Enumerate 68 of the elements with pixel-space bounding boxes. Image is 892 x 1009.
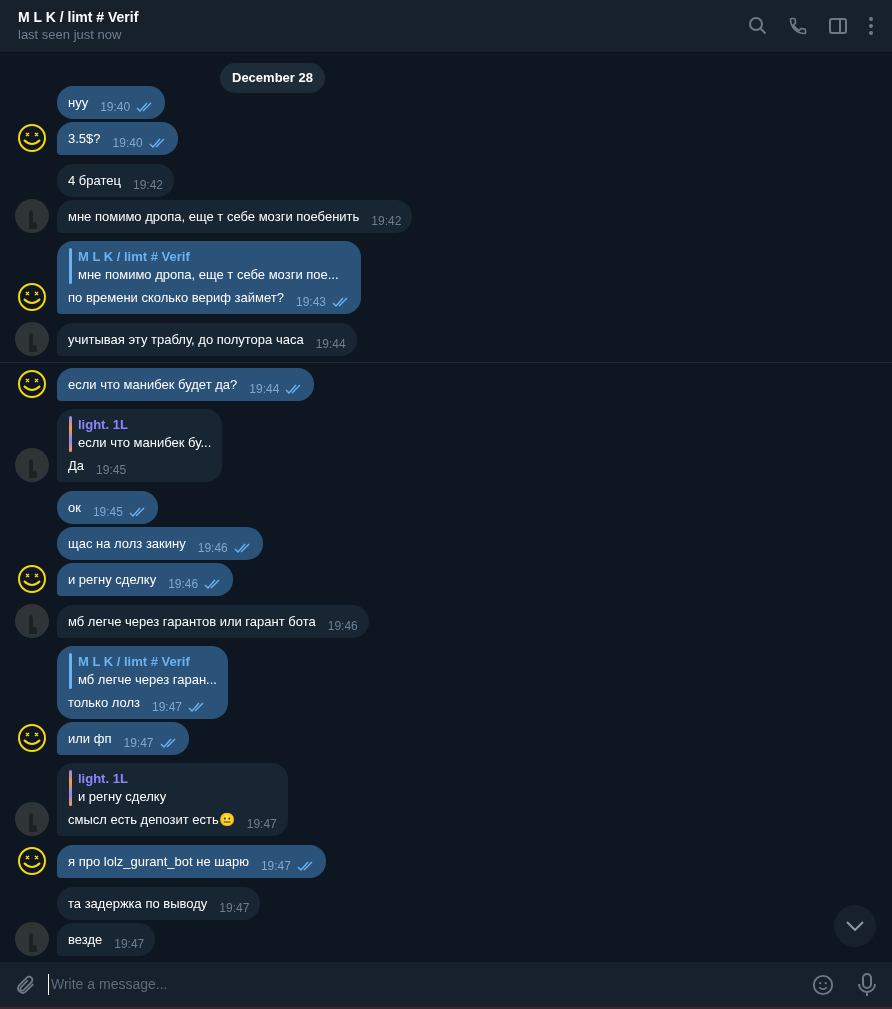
message-time: 19:43: [295, 294, 326, 311]
message-text: или фп: [68, 730, 112, 748]
message-text: везде: [68, 931, 103, 949]
smiley-avatar-icon: [17, 846, 47, 876]
chevron-down-icon: [846, 921, 864, 931]
message-text: щас на лолз закину: [68, 535, 186, 553]
reply-author[interactable]: light. 1L: [78, 770, 167, 788]
reply-quote[interactable]: мне помимо дропа, еще т себе мозги пое...: [78, 266, 339, 284]
microphone-icon[interactable]: [856, 972, 878, 997]
message-text: по времени сколько вериф займет?: [68, 289, 284, 307]
smiley-avatar-icon: [17, 369, 47, 399]
message-time: 19:40: [112, 135, 143, 152]
chat-title: M L K / limt # Verif: [18, 8, 140, 26]
message-time: 19:47: [114, 936, 145, 953]
message-time: 19:46: [197, 540, 228, 557]
message-time: 19:46: [327, 618, 358, 635]
message-time: 19:47: [246, 816, 277, 833]
emoji-icon[interactable]: [812, 973, 834, 996]
sidebar-toggle-icon[interactable]: [828, 16, 848, 36]
message-time: 19:45: [92, 504, 123, 521]
message-text: та задержка по выводу: [68, 895, 208, 913]
reply-quote[interactable]: и регну сделку: [78, 788, 167, 806]
message-time: 19:47: [123, 735, 154, 752]
message-text: и регну сделку: [68, 571, 157, 589]
smiley-avatar-icon: [17, 123, 47, 153]
reply-quote[interactable]: если что манибек бу...: [78, 434, 212, 452]
message-text: только лолз: [68, 694, 140, 712]
message-time: 19:44: [315, 336, 346, 353]
message-text: 3.5$?: [68, 130, 101, 148]
smiley-avatar-icon: [17, 282, 47, 312]
smiley-avatar-icon: [17, 723, 47, 753]
date-pill: December 28: [220, 63, 325, 93]
reply-bar: [69, 416, 72, 452]
message-input[interactable]: Write a message...: [48, 974, 800, 995]
scroll-down-button[interactable]: [834, 905, 876, 947]
message-text: мб легче через гарантов или гарант бота: [68, 613, 316, 631]
smiley-avatar-icon: [17, 564, 47, 594]
message-time: 19:46: [168, 576, 199, 593]
message-time: 19:42: [371, 213, 402, 230]
message-text: ок: [68, 499, 81, 517]
reply-bar: [69, 653, 72, 689]
message-time: 19:42: [132, 177, 163, 194]
message-text: если что манибек будет да?: [68, 376, 238, 394]
message-text: мне помимо дропа, еще т себе мозги поебенить: [68, 208, 360, 226]
message-text: смысл есть депозит есть😐: [68, 811, 235, 829]
last-seen-status: last seen just now: [18, 26, 123, 44]
message-time: 19:40: [100, 99, 131, 116]
message-time: 19:44: [249, 381, 280, 398]
message-text: нуу: [68, 94, 89, 112]
message-text: учитывая эту траблу, до полутора часа: [68, 331, 304, 349]
message-text: я про lolz_gurant_bot не шарю: [68, 853, 249, 871]
message-composer[interactable]: Write a message...: [0, 962, 892, 1009]
message-time: 19:45: [96, 462, 127, 479]
paperclip-icon[interactable]: [14, 973, 36, 996]
reply-author[interactable]: M L K / limt # Verif: [78, 653, 217, 671]
message-time: 19:47: [219, 900, 250, 917]
reply-bar: [69, 770, 72, 806]
phone-icon[interactable]: [788, 16, 808, 36]
message-time: 19:47: [260, 858, 291, 875]
reply-bar: [69, 248, 72, 284]
reply-author[interactable]: light. 1L: [78, 416, 212, 434]
message-text: Да: [68, 457, 85, 475]
reply-quote[interactable]: мб легче через гаран...: [78, 671, 217, 689]
message-text: 4 братец: [68, 172, 121, 190]
more-icon[interactable]: [868, 16, 874, 36]
message-time: 19:47: [152, 699, 183, 716]
search-icon[interactable]: [748, 16, 768, 36]
reply-author[interactable]: M L K / limt # Verif: [78, 248, 339, 266]
